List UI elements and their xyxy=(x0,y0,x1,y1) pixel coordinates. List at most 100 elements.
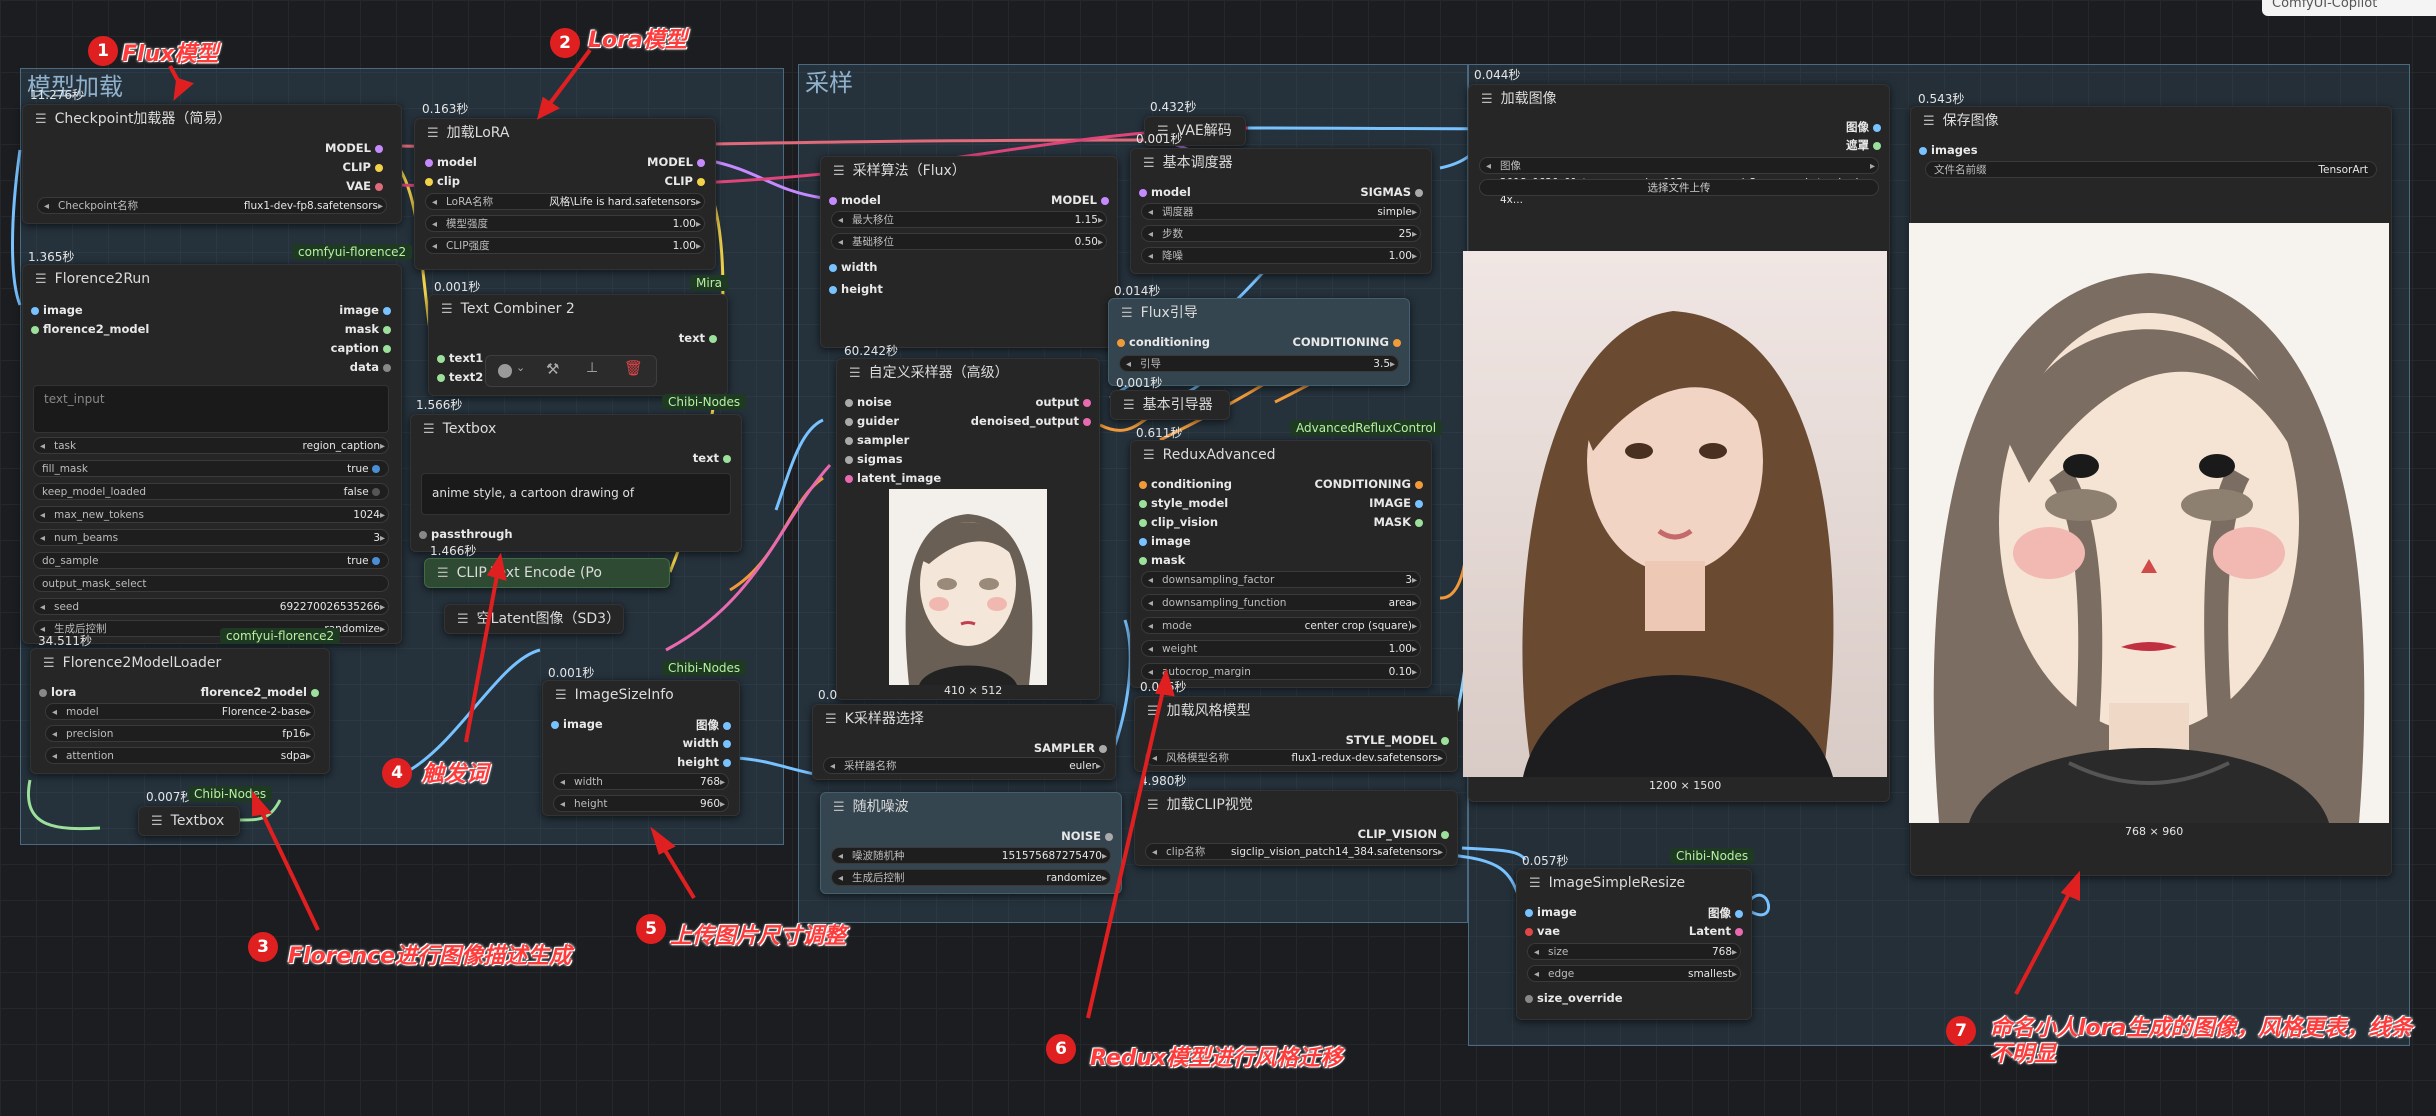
menu-icon[interactable]: ☰ xyxy=(825,712,837,727)
photo-preview-image xyxy=(1463,251,1887,777)
node-save-image[interactable]: ☰ 保存图像 images 文件名前缀 TensorArt 768 × 960 xyxy=(1909,106,2392,876)
widget-size[interactable]: size768 xyxy=(1527,943,1741,961)
node-title: ImageSimpleResize xyxy=(1548,875,1686,891)
widget-output-mask-select[interactable]: output_mask_select xyxy=(33,575,389,592)
widget-clip-strength[interactable]: CLIP强度1.00 xyxy=(425,237,705,255)
menu-icon[interactable]: ☰ xyxy=(1529,876,1541,891)
node-text-combiner[interactable]: ☰ Text Combiner 2 text text1 text2 ⌄ ⚒ ⊥ … xyxy=(428,294,728,396)
menu-icon[interactable]: ☰ xyxy=(441,302,453,317)
node-ksampler-select[interactable]: ☰K采样器选择 SAMPLER 采样器名称euler xyxy=(812,704,1116,780)
pin-icon[interactable]: ⊥ xyxy=(586,360,598,376)
node-textbox-collapsed[interactable]: ☰ Textbox xyxy=(138,806,240,836)
menu-icon[interactable]: ☰ xyxy=(833,800,845,815)
widget-downsampling-factor[interactable]: downsampling_factor3 xyxy=(1141,571,1421,589)
widget-model-strength[interactable]: 模型强度1.00 xyxy=(425,215,705,233)
node-image-simple-resize[interactable]: ☰ImageSimpleResize image vae 图像 Latent s… xyxy=(1516,868,1752,1020)
node-random-noise[interactable]: ☰随机噪波 NOISE 噪波随机种151575687275470 生成后控制ra… xyxy=(820,792,1122,894)
widget-clip-name[interactable]: clip名称sigclip_vision_patch14_384.safeten… xyxy=(1145,843,1447,861)
widget-num-beams[interactable]: num_beams3 xyxy=(33,529,389,547)
menu-icon[interactable]: ☰ xyxy=(849,366,861,381)
node-time: 0.163秒 xyxy=(422,102,469,116)
widget-fill-mask[interactable]: fill_mask true xyxy=(33,460,389,477)
widget-filename-prefix[interactable]: 文件名前缀 TensorArt xyxy=(1925,161,2377,178)
widget-max-new-tokens[interactable]: max_new_tokens1024 xyxy=(33,506,389,524)
widget-image-file[interactable]: 图像2018_0620_01_tomarusayaka_005-pc_upsca… xyxy=(1479,157,1879,206)
widget-do-sample[interactable]: do_sample true xyxy=(33,552,389,569)
chevron-down-icon[interactable]: ⌄ xyxy=(516,361,525,374)
menu-icon[interactable]: ☰ xyxy=(437,566,449,581)
node-model-sampling-flux[interactable]: ☰采样算法（Flux） model MODEL 最大移位1.15 基础移位0.5… xyxy=(820,156,1118,348)
upload-button[interactable]: 选择文件上传 xyxy=(1479,179,1879,196)
node-time: 0.014秒 xyxy=(1114,284,1161,298)
node-empty-latent-sd3[interactable]: ☰ 空Latent图像（SD3） xyxy=(444,604,624,634)
widget-weight[interactable]: weight1.00 xyxy=(1141,640,1421,658)
widget-keep-model-loaded[interactable]: keep_model_loaded false xyxy=(33,483,389,500)
trash-icon[interactable]: 🗑 xyxy=(624,359,643,377)
menu-icon[interactable]: ☰ xyxy=(457,612,469,627)
annotation-number: 5 xyxy=(636,914,666,944)
node-flux-guidance[interactable]: ☰Flux引导 conditioning CONDITIONING 引导3.5 xyxy=(1108,298,1410,386)
node-image-size-info[interactable]: ☰ImageSizeInfo image 图像 width height wid… xyxy=(542,680,740,816)
widget-control-after-generate[interactable]: 生成后控制randomize xyxy=(831,869,1111,887)
menu-icon[interactable]: ☰ xyxy=(1147,798,1159,813)
node-load-lora[interactable]: ☰加载LoRA model clip MODEL CLIP LoRA名称风格\L… xyxy=(414,118,716,270)
widget-height[interactable]: height960 xyxy=(553,795,729,813)
menu-icon[interactable]: ☰ xyxy=(423,422,435,437)
widget-precision[interactable]: precisionfp16 xyxy=(45,725,315,743)
widget-downsampling-function[interactable]: downsampling_functionarea xyxy=(1141,594,1421,612)
node-clip-text-encode[interactable]: ☰ CLIP Text Encode (Po xyxy=(424,558,670,588)
node-checkpoint-loader[interactable]: ☰ Checkpoint加载器（简易） MODEL CLIP VAE Checkp… xyxy=(22,104,402,224)
menu-icon[interactable]: ☰ xyxy=(35,112,47,127)
node-redux-advanced[interactable]: ☰ ReduxAdvanced conditioning style_model … xyxy=(1130,440,1432,688)
menu-icon[interactable]: ☰ xyxy=(427,126,439,141)
textbox-content[interactable]: anime style, a cartoon drawing of xyxy=(421,473,731,515)
node-florence2-model-loader[interactable]: ☰ Florence2ModelLoader lora florence2_mod… xyxy=(30,648,330,774)
widget-noise-seed[interactable]: 噪波随机种151575687275470 xyxy=(831,847,1111,865)
widget-ckpt-name[interactable]: Checkpoint名称flux1-dev-fp8.safetensors xyxy=(37,197,387,215)
widget-steps[interactable]: 步数25 xyxy=(1141,225,1421,243)
menu-icon[interactable]: ☰ xyxy=(1923,114,1935,129)
menu-icon[interactable]: ☰ xyxy=(151,814,163,829)
node-textbox[interactable]: ☰ Textbox text anime style, a cartoon dra… xyxy=(410,414,742,552)
menu-icon[interactable]: ☰ xyxy=(1481,92,1493,107)
menu-icon[interactable]: ☰ xyxy=(1121,306,1133,321)
menu-icon[interactable]: ☰ xyxy=(1143,448,1155,463)
widget-attention[interactable]: attentionsdpa xyxy=(45,747,315,765)
annotation-number: 6 xyxy=(1046,1034,1076,1064)
copilot-button[interactable]: ComfyUI-Copilot xyxy=(2262,0,2436,16)
widget-guidance[interactable]: 引导3.5 xyxy=(1119,355,1399,373)
menu-icon[interactable]: ☰ xyxy=(35,272,47,287)
node-sampler-custom-advanced[interactable]: ☰ 自定义采样器（高级） noise guider sampler sigmas … xyxy=(836,358,1100,700)
node-floating-toolbar[interactable]: ⌄ ⚒ ⊥ 🗑 xyxy=(485,355,657,387)
widget-width[interactable]: width768 xyxy=(553,773,729,791)
widget-scheduler[interactable]: 调度器simple xyxy=(1141,203,1421,221)
menu-icon[interactable]: ☰ xyxy=(1147,704,1159,719)
widget-base-shift[interactable]: 基础移位0.50 xyxy=(831,233,1107,251)
widget-seed[interactable]: seed692270026535266 xyxy=(33,598,389,616)
widget-sampler-name[interactable]: 采样器名称euler xyxy=(823,757,1105,775)
menu-icon[interactable]: ☰ xyxy=(555,688,567,703)
color-picker-icon[interactable] xyxy=(498,364,512,378)
node-load-image[interactable]: ☰加载图像 图像 遮罩 图像2018_0620_01_tomarusayaka_… xyxy=(1463,84,1890,802)
widget-lora-name[interactable]: LoRA名称风格\Life is hard.safetensors xyxy=(425,193,705,211)
wand-icon[interactable]: ⚒ xyxy=(546,360,559,378)
menu-icon[interactable]: ☰ xyxy=(43,656,55,671)
node-load-clip-vision[interactable]: ☰加载CLIP视觉 CLIP_VISION clip名称sigclip_visi… xyxy=(1134,790,1458,866)
widget-mode[interactable]: modecenter crop (square) xyxy=(1141,617,1421,635)
node-title: 保存图像 xyxy=(1942,113,1999,129)
widget-denoise[interactable]: 降噪1.00 xyxy=(1141,247,1421,265)
widget-edge[interactable]: edgesmallest xyxy=(1527,965,1741,983)
menu-icon[interactable]: ☰ xyxy=(1123,398,1135,413)
node-basic-scheduler[interactable]: ☰基本调度器 model SIGMAS 调度器simple 步数25 降噪1.0… xyxy=(1130,148,1432,274)
widget-task[interactable]: taskregion_caption xyxy=(33,437,389,455)
menu-icon[interactable]: ☰ xyxy=(833,164,845,179)
menu-icon[interactable]: ☰ xyxy=(1143,156,1155,171)
node-basic-guider[interactable]: ☰ 基本引导器 xyxy=(1110,390,1230,420)
node-florence2-run[interactable]: ☰ Florence2Run image florence2_model imag… xyxy=(22,264,402,644)
widget-florence-model[interactable]: modelFlorence-2-base xyxy=(45,703,315,721)
node-title: ImageSizeInfo xyxy=(574,687,674,703)
widget-max-shift[interactable]: 最大移位1.15 xyxy=(831,211,1107,229)
node-load-style-model[interactable]: ☰加载风格模型 STYLE_MODEL 风格模型名称flux1-redux-de… xyxy=(1134,696,1458,772)
text-input-field[interactable]: text_input xyxy=(33,385,389,433)
widget-style-model-name[interactable]: 风格模型名称flux1-redux-dev.safetensors xyxy=(1145,749,1447,767)
